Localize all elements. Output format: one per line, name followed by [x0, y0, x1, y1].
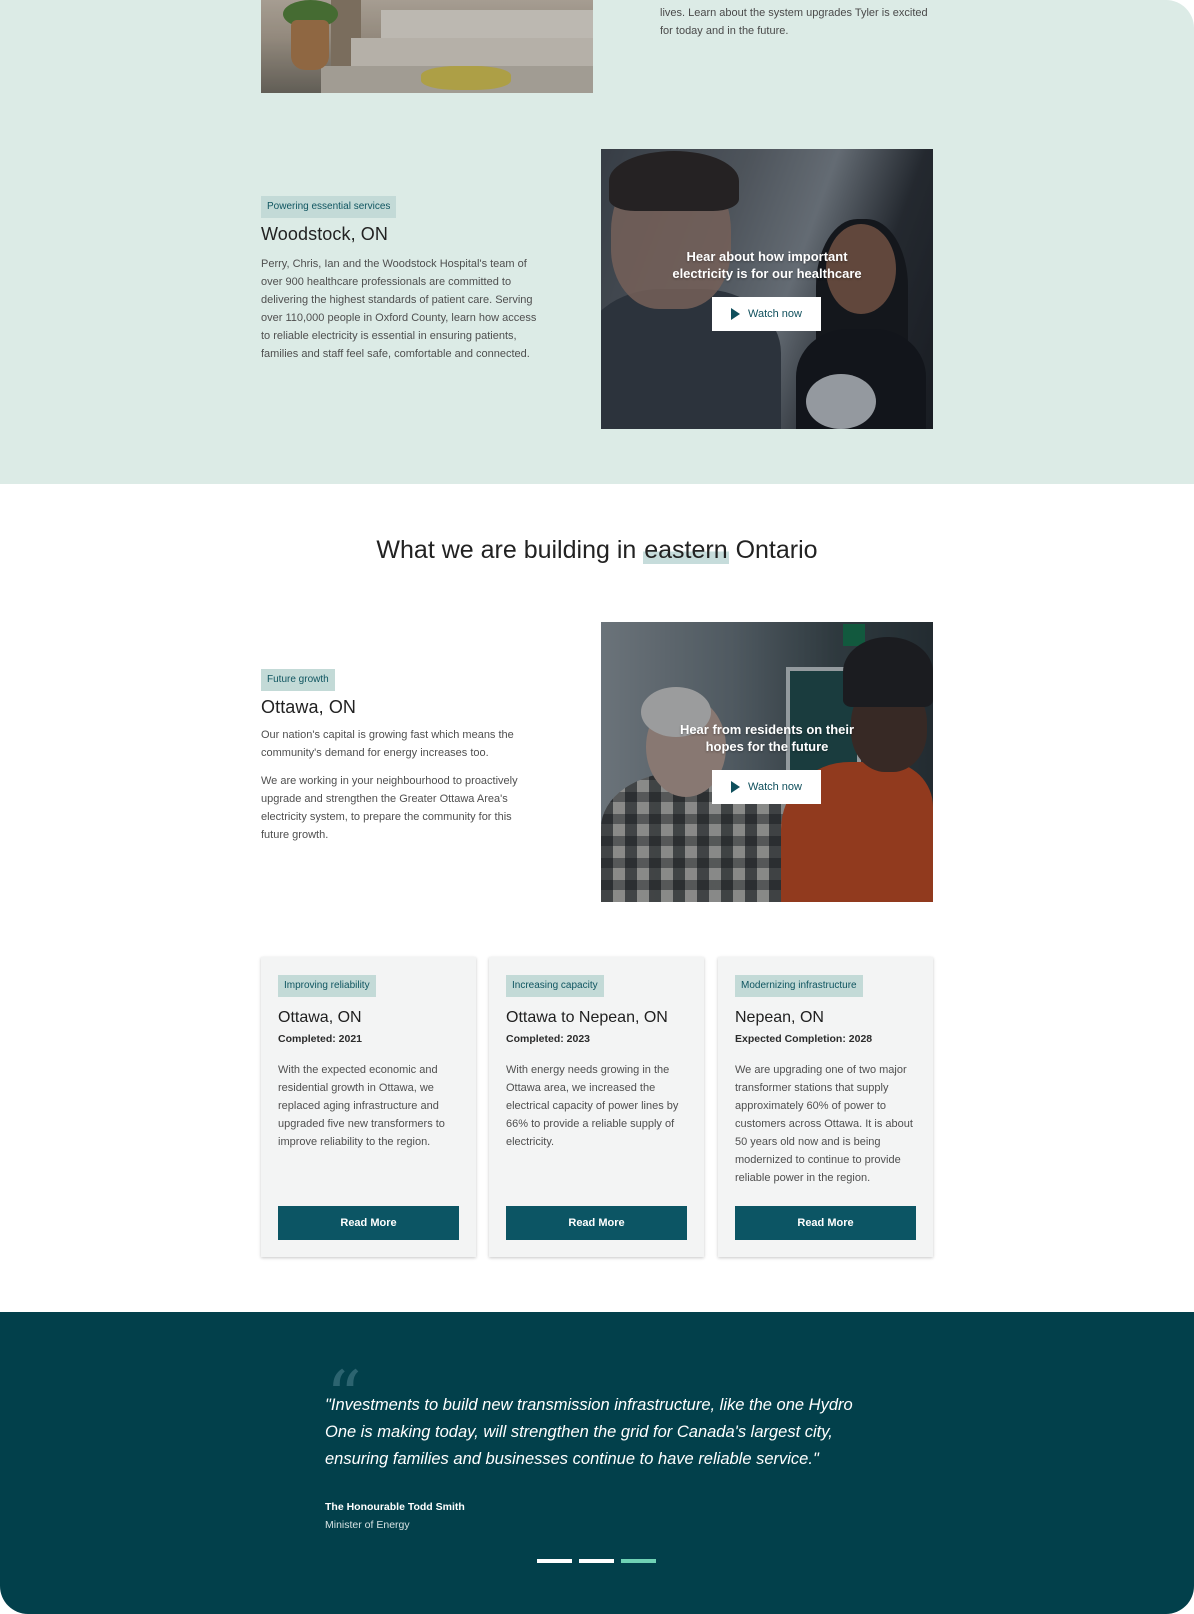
read-more-button[interactable]: Read More — [278, 1206, 459, 1240]
woodstock-body: Perry, Chris, Ian and the Woodstock Hosp… — [261, 258, 537, 360]
woodstock-title: Woodstock, ON — [261, 224, 389, 244]
project-cards: Improving reliability Ottawa, ON Complet… — [261, 957, 933, 1257]
tyler-story-photo — [261, 0, 593, 93]
heading-pre: What we are building in — [376, 536, 644, 564]
read-more-button[interactable]: Read More — [506, 1206, 687, 1240]
card-title: Ottawa to Nepean, ON — [506, 1009, 668, 1026]
card-title: Ottawa, ON — [278, 1009, 362, 1026]
quote-text: "Investments to build new transmission i… — [325, 1396, 853, 1468]
eastern-ontario-heading: What we are building in eastern Ontario — [0, 536, 1194, 565]
card-status: Completed: 2023 — [506, 1033, 591, 1045]
ottawa-video[interactable]: Hear from residents on their hopes for t… — [601, 622, 933, 902]
quote-author-role: Minister of Energy — [325, 1519, 410, 1531]
woodstock-tag: Powering essential services — [261, 196, 397, 218]
carousel-dot-3[interactable] — [621, 1559, 656, 1563]
woodstock-watch-button[interactable]: Watch now — [712, 297, 821, 331]
card-body: We are upgrading one of two major transf… — [735, 1064, 913, 1184]
card-title: Nepean, ON — [735, 1009, 824, 1026]
watch-label: Watch now — [747, 308, 802, 320]
quote-section: “ "Investments to build new transmission… — [0, 1312, 1194, 1614]
card-tag: Modernizing infrastructure — [735, 975, 863, 997]
woodstock-story: Powering essential services Woodstock, O… — [261, 196, 541, 363]
ottawa-watch-button[interactable]: Watch now — [712, 770, 821, 804]
carousel-pagination — [537, 1559, 656, 1563]
carousel-dot-1[interactable] — [537, 1559, 572, 1563]
carousel-dot-2[interactable] — [579, 1559, 614, 1563]
quote-author: The Honourable Todd Smith — [325, 1501, 465, 1513]
read-more-button[interactable]: Read More — [735, 1206, 916, 1240]
heading-highlight: eastern — [643, 536, 729, 564]
ottawa-story: Future growth Ottawa, ON Our nation's ca… — [261, 669, 541, 844]
stories-section: lives. Learn about the system upgrades T… — [0, 0, 1194, 484]
card-status: Expected Completion: 2028 — [735, 1033, 873, 1045]
watch-label: Watch now — [747, 781, 802, 793]
project-card: Improving reliability Ottawa, ON Complet… — [261, 957, 476, 1257]
ottawa-title: Ottawa, ON — [261, 697, 357, 717]
heading-post: Ontario — [728, 536, 818, 564]
ottawa-tag: Future growth — [261, 669, 335, 691]
play-icon — [730, 781, 740, 793]
ottawa-paragraph-1: Our nation's capital is growing fast whi… — [261, 729, 514, 759]
project-card: Modernizing infrastructure Nepean, ON Ex… — [718, 957, 933, 1257]
tyler-story-text: lives. Learn about the system upgrades T… — [660, 7, 928, 37]
ottawa-paragraph-2: We are working in your neighbourhood to … — [261, 775, 518, 841]
card-body: With energy needs growing in the Ottawa … — [506, 1064, 679, 1148]
woodstock-video[interactable]: Hear about how important electricity is … — [601, 149, 933, 429]
ottawa-video-title: Hear from residents on their hopes for t… — [679, 722, 855, 754]
project-card: Increasing capacity Ottawa to Nepean, ON… — [489, 957, 704, 1257]
woodstock-video-title: Hear about how important electricity is … — [672, 249, 862, 281]
card-tag: Improving reliability — [278, 975, 376, 997]
card-body: With the expected economic and residenti… — [278, 1064, 445, 1148]
play-icon — [730, 308, 740, 320]
card-status: Completed: 2021 — [278, 1033, 363, 1045]
card-tag: Increasing capacity — [506, 975, 604, 997]
